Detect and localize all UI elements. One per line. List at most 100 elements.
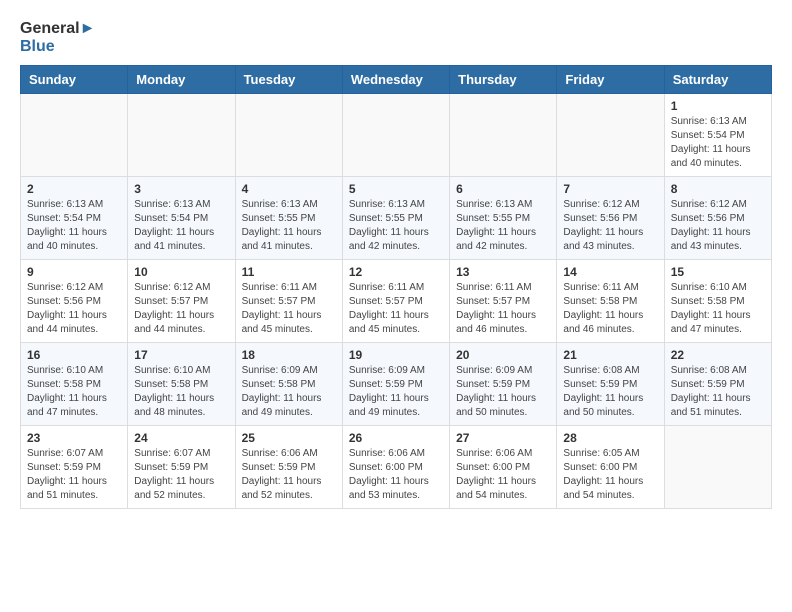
calendar-cell bbox=[557, 94, 664, 177]
calendar-cell: 22 Sunrise: 6:08 AM Sunset: 5:59 PM Dayli… bbox=[664, 343, 771, 426]
day-number: 7 bbox=[563, 182, 657, 196]
day-info: Sunrise: 6:06 AM Sunset: 6:00 PM Dayligh… bbox=[349, 447, 443, 503]
weekday-header-monday: Monday bbox=[128, 66, 235, 94]
weekday-header-row: SundayMondayTuesdayWednesdayThursdayFrid… bbox=[21, 66, 772, 94]
day-number: 15 bbox=[671, 265, 765, 279]
day-info: Sunrise: 6:13 AM Sunset: 5:55 PM Dayligh… bbox=[242, 198, 336, 254]
day-info: Sunrise: 6:12 AM Sunset: 5:56 PM Dayligh… bbox=[563, 198, 657, 254]
calendar-week-row: 2 Sunrise: 6:13 AM Sunset: 5:54 PM Daylig… bbox=[21, 177, 772, 260]
day-number: 1 bbox=[671, 99, 765, 113]
day-info: Sunrise: 6:05 AM Sunset: 6:00 PM Dayligh… bbox=[563, 447, 657, 503]
logo-general-text: General► bbox=[20, 20, 95, 38]
day-info: Sunrise: 6:13 AM Sunset: 5:54 PM Dayligh… bbox=[27, 198, 121, 254]
calendar-cell: 25 Sunrise: 6:06 AM Sunset: 5:59 PM Dayli… bbox=[235, 426, 342, 509]
calendar-cell: 16 Sunrise: 6:10 AM Sunset: 5:58 PM Dayli… bbox=[21, 343, 128, 426]
day-info: Sunrise: 6:13 AM Sunset: 5:55 PM Dayligh… bbox=[349, 198, 443, 254]
day-info: Sunrise: 6:11 AM Sunset: 5:58 PM Dayligh… bbox=[563, 281, 657, 337]
calendar-cell: 20 Sunrise: 6:09 AM Sunset: 5:59 PM Dayli… bbox=[450, 343, 557, 426]
calendar-cell: 26 Sunrise: 6:06 AM Sunset: 6:00 PM Dayli… bbox=[342, 426, 449, 509]
day-number: 11 bbox=[242, 265, 336, 279]
calendar-cell: 13 Sunrise: 6:11 AM Sunset: 5:57 PM Dayli… bbox=[450, 260, 557, 343]
calendar-week-row: 23 Sunrise: 6:07 AM Sunset: 5:59 PM Dayli… bbox=[21, 426, 772, 509]
day-info: Sunrise: 6:08 AM Sunset: 5:59 PM Dayligh… bbox=[671, 364, 765, 420]
day-number: 26 bbox=[349, 431, 443, 445]
calendar-cell: 9 Sunrise: 6:12 AM Sunset: 5:56 PM Daylig… bbox=[21, 260, 128, 343]
day-number: 10 bbox=[134, 265, 228, 279]
calendar-cell: 4 Sunrise: 6:13 AM Sunset: 5:55 PM Daylig… bbox=[235, 177, 342, 260]
day-number: 8 bbox=[671, 182, 765, 196]
calendar-cell bbox=[664, 426, 771, 509]
day-number: 24 bbox=[134, 431, 228, 445]
weekday-header-thursday: Thursday bbox=[450, 66, 557, 94]
day-info: Sunrise: 6:12 AM Sunset: 5:57 PM Dayligh… bbox=[134, 281, 228, 337]
day-number: 28 bbox=[563, 431, 657, 445]
day-info: Sunrise: 6:09 AM Sunset: 5:59 PM Dayligh… bbox=[456, 364, 550, 420]
logo: General► Blue bbox=[20, 20, 95, 55]
calendar-cell: 15Sunrise: 6:10 AM Sunset: 5:58 PM Dayli… bbox=[664, 260, 771, 343]
day-info: Sunrise: 6:11 AM Sunset: 5:57 PM Dayligh… bbox=[456, 281, 550, 337]
calendar-cell: 23 Sunrise: 6:07 AM Sunset: 5:59 PM Dayli… bbox=[21, 426, 128, 509]
day-number: 21 bbox=[563, 348, 657, 362]
calendar-cell: 17 Sunrise: 6:10 AM Sunset: 5:58 PM Dayli… bbox=[128, 343, 235, 426]
day-info: Sunrise: 6:06 AM Sunset: 6:00 PM Dayligh… bbox=[456, 447, 550, 503]
day-info: Sunrise: 6:13 AM Sunset: 5:54 PM Dayligh… bbox=[671, 115, 765, 171]
calendar-cell: 8 Sunrise: 6:12 AM Sunset: 5:56 PM Daylig… bbox=[664, 177, 771, 260]
day-number: 22 bbox=[671, 348, 765, 362]
calendar-week-row: 9 Sunrise: 6:12 AM Sunset: 5:56 PM Daylig… bbox=[21, 260, 772, 343]
day-number: 16 bbox=[27, 348, 121, 362]
calendar-cell: 19 Sunrise: 6:09 AM Sunset: 5:59 PM Dayli… bbox=[342, 343, 449, 426]
day-info: Sunrise: 6:12 AM Sunset: 5:56 PM Dayligh… bbox=[671, 198, 765, 254]
day-info: Sunrise: 6:09 AM Sunset: 5:59 PM Dayligh… bbox=[349, 364, 443, 420]
day-info: Sunrise: 6:08 AM Sunset: 5:59 PM Dayligh… bbox=[563, 364, 657, 420]
calendar-cell: 5 Sunrise: 6:13 AM Sunset: 5:55 PM Daylig… bbox=[342, 177, 449, 260]
day-number: 17 bbox=[134, 348, 228, 362]
day-number: 14 bbox=[563, 265, 657, 279]
weekday-header-tuesday: Tuesday bbox=[235, 66, 342, 94]
day-number: 27 bbox=[456, 431, 550, 445]
calendar-cell: 18 Sunrise: 6:09 AM Sunset: 5:58 PM Dayli… bbox=[235, 343, 342, 426]
day-info: Sunrise: 6:07 AM Sunset: 5:59 PM Dayligh… bbox=[134, 447, 228, 503]
day-number: 23 bbox=[27, 431, 121, 445]
calendar-table: SundayMondayTuesdayWednesdayThursdayFrid… bbox=[20, 65, 772, 509]
calendar-cell: 12 Sunrise: 6:11 AM Sunset: 5:57 PM Dayli… bbox=[342, 260, 449, 343]
day-number: 13 bbox=[456, 265, 550, 279]
calendar-cell bbox=[21, 94, 128, 177]
calendar-cell: 14 Sunrise: 6:11 AM Sunset: 5:58 PM Dayli… bbox=[557, 260, 664, 343]
calendar-cell: 1 Sunrise: 6:13 AM Sunset: 5:54 PM Daylig… bbox=[664, 94, 771, 177]
logo-blue-text: Blue bbox=[20, 38, 95, 56]
day-number: 20 bbox=[456, 348, 550, 362]
day-info: Sunrise: 6:11 AM Sunset: 5:57 PM Dayligh… bbox=[349, 281, 443, 337]
calendar-cell: 10 Sunrise: 6:12 AM Sunset: 5:57 PM Dayli… bbox=[128, 260, 235, 343]
day-info: Sunrise: 6:12 AM Sunset: 5:56 PM Dayligh… bbox=[27, 281, 121, 337]
calendar-cell bbox=[128, 94, 235, 177]
calendar-cell: 2 Sunrise: 6:13 AM Sunset: 5:54 PM Daylig… bbox=[21, 177, 128, 260]
day-number: 6 bbox=[456, 182, 550, 196]
day-number: 18 bbox=[242, 348, 336, 362]
page-header: General► Blue bbox=[20, 20, 772, 55]
day-number: 9 bbox=[27, 265, 121, 279]
calendar-week-row: 16 Sunrise: 6:10 AM Sunset: 5:58 PM Dayli… bbox=[21, 343, 772, 426]
weekday-header-sunday: Sunday bbox=[21, 66, 128, 94]
calendar-cell: 24 Sunrise: 6:07 AM Sunset: 5:59 PM Dayli… bbox=[128, 426, 235, 509]
day-number: 3 bbox=[134, 182, 228, 196]
weekday-header-wednesday: Wednesday bbox=[342, 66, 449, 94]
day-info: Sunrise: 6:07 AM Sunset: 5:59 PM Dayligh… bbox=[27, 447, 121, 503]
day-info: Sunrise: 6:10 AM Sunset: 5:58 PM Dayligh… bbox=[27, 364, 121, 420]
day-number: 5 bbox=[349, 182, 443, 196]
day-info: Sunrise: 6:06 AM Sunset: 5:59 PM Dayligh… bbox=[242, 447, 336, 503]
weekday-header-saturday: Saturday bbox=[664, 66, 771, 94]
day-info: Sunrise: 6:13 AM Sunset: 5:54 PM Dayligh… bbox=[134, 198, 228, 254]
weekday-header-friday: Friday bbox=[557, 66, 664, 94]
day-number: 25 bbox=[242, 431, 336, 445]
day-info: Sunrise: 6:09 AM Sunset: 5:58 PM Dayligh… bbox=[242, 364, 336, 420]
calendar-cell bbox=[450, 94, 557, 177]
calendar-cell: 3 Sunrise: 6:13 AM Sunset: 5:54 PM Daylig… bbox=[128, 177, 235, 260]
day-info: Sunrise: 6:10 AM Sunset: 5:58 PM Dayligh… bbox=[134, 364, 228, 420]
day-info: Sunrise: 6:13 AM Sunset: 5:55 PM Dayligh… bbox=[456, 198, 550, 254]
calendar-cell: 11 Sunrise: 6:11 AM Sunset: 5:57 PM Dayli… bbox=[235, 260, 342, 343]
day-number: 4 bbox=[242, 182, 336, 196]
day-number: 2 bbox=[27, 182, 121, 196]
day-number: 12 bbox=[349, 265, 443, 279]
day-number: 19 bbox=[349, 348, 443, 362]
day-info: Sunrise: 6:11 AM Sunset: 5:57 PM Dayligh… bbox=[242, 281, 336, 337]
